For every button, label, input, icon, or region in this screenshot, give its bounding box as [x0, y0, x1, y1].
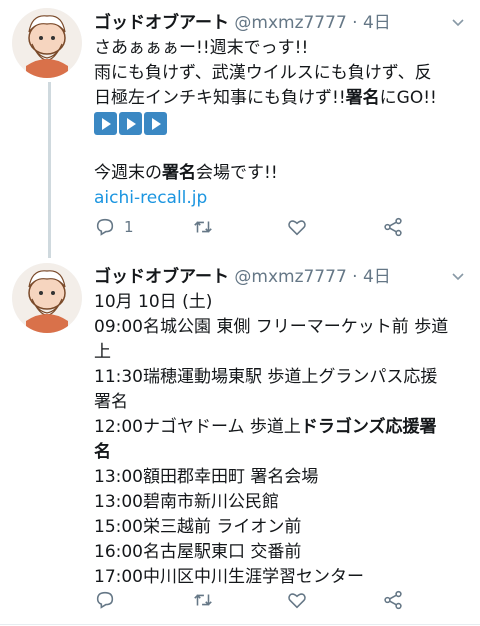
user-handle[interactable]: @mxmz7777: [234, 267, 346, 287]
like-button[interactable]: [286, 589, 308, 611]
display-name[interactable]: ゴッドオブアート: [94, 267, 229, 287]
share-button[interactable]: [382, 216, 404, 238]
reply-icon: [96, 218, 114, 236]
user-handle[interactable]: @mxmz7777: [234, 13, 346, 33]
play-button-emoji: [144, 111, 167, 135]
like-icon: [288, 220, 306, 236]
text-line: さあぁぁぁー!!週末でっす!!: [94, 38, 309, 58]
reply-button[interactable]: 1: [94, 216, 134, 238]
reply-icon: [96, 591, 114, 609]
play-button-emoji: [94, 111, 117, 135]
thread-connector: [48, 82, 51, 258]
tweet-text: 10月 10日 (土) 09:00名城公園 東側 フリーマーケット前 歩道 上 …: [94, 290, 466, 590]
caret-down-icon[interactable]: [450, 266, 466, 292]
timestamp[interactable]: · 4日: [352, 13, 391, 33]
text-line: 名: [94, 442, 111, 462]
text-line: 13:00額田郡幸田町 署名会場: [94, 467, 319, 487]
text-line: 雨にも負けず、武漢ウイルスにも負けず、反: [94, 63, 432, 83]
like-button[interactable]: [286, 216, 308, 238]
text-line: 12:00ナゴヤドーム 歩道上ドラゴンズ応援署: [94, 417, 437, 437]
text-line: 09:00名城公園 東側 フリーマーケット前 歩道: [94, 317, 449, 337]
divider: [0, 624, 480, 625]
retweet-button[interactable]: [192, 216, 214, 238]
tweet-actions: [94, 589, 440, 617]
text-line: 日極左インチキ知事にも負けず!!署名にGO!!: [94, 88, 437, 108]
text-line: 10月 10日 (土): [94, 292, 213, 312]
play-button-emojis: [94, 111, 466, 136]
text-line: 署名: [94, 392, 128, 412]
share-icon: [384, 217, 402, 237]
text-line: 11:30瑞穂運動場東駅 歩道上グランパス応援: [94, 367, 438, 387]
text-line: 16:00名古屋駅東口 交番前: [94, 542, 302, 562]
timestamp[interactable]: · 4日: [352, 267, 391, 287]
avatar[interactable]: [12, 8, 82, 78]
tweet-link[interactable]: aichi-recall.jp: [94, 186, 466, 211]
text-line: 15:00栄三越前 ライオン前: [94, 517, 302, 537]
reply-button[interactable]: [94, 589, 124, 611]
avatar[interactable]: [12, 263, 82, 333]
caret-down-icon[interactable]: [450, 12, 466, 38]
share-icon: [384, 590, 402, 610]
text-line: 今週末の署名会場です!!: [94, 163, 278, 183]
tweet-header: ゴッドオブアート @mxmz7777 · 4日: [94, 10, 466, 36]
text-line: 17:00中川区中川生涯学習センター: [94, 567, 364, 587]
tweet-text: さあぁぁぁー!!週末でっす!! 雨にも負けず、武漢ウイルスにも負けず、反 日極左…: [94, 36, 466, 211]
text-line: 13:00碧南市新川公民館: [94, 492, 279, 512]
retweet-button[interactable]: [192, 589, 214, 611]
tweet-actions: 1: [94, 216, 440, 244]
tweet-header: ゴッドオブアート @mxmz7777 · 4日: [94, 264, 466, 290]
like-icon: [288, 593, 306, 609]
reply-count: 1: [124, 218, 134, 236]
display-name[interactable]: ゴッドオブアート: [94, 13, 229, 33]
share-button[interactable]: [382, 589, 404, 611]
text-line: 上: [94, 342, 111, 362]
play-button-emoji: [119, 111, 142, 135]
retweet-icon: [194, 594, 212, 606]
retweet-icon: [194, 221, 212, 233]
